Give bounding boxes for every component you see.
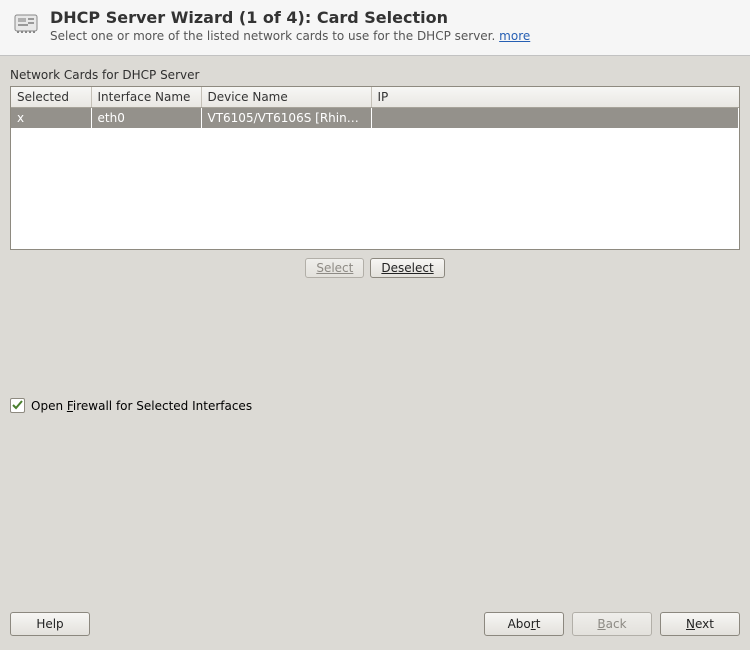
section-label: Network Cards for DHCP Server (10, 68, 740, 82)
cell-selected: x (11, 108, 91, 129)
next-button[interactable]: Next (660, 612, 740, 636)
content-area: Network Cards for DHCP Server Selected I… (0, 56, 750, 602)
cell-device-name: VT6105/VT6106S [Rhine-III] (201, 108, 371, 129)
page-subtitle: Select one or more of the listed network… (50, 29, 530, 43)
deselect-button[interactable]: Deselect (370, 258, 444, 278)
firewall-checkbox-row: Open Firewall for Selected Interfaces (10, 398, 740, 413)
cell-interface-name: eth0 (91, 108, 201, 129)
abort-button[interactable]: Abort (484, 612, 564, 636)
select-buttons: Select Deselect (10, 258, 740, 278)
footer-bar: Help Abort Back Next (0, 602, 750, 650)
help-button[interactable]: Help (10, 612, 90, 636)
col-device-name[interactable]: Device Name (201, 87, 371, 108)
table-row[interactable]: x eth0 VT6105/VT6106S [Rhine-III] (11, 108, 739, 129)
firewall-checkbox[interactable] (10, 398, 25, 413)
cell-ip (371, 108, 739, 129)
network-cards-table[interactable]: Selected Interface Name Device Name IP x… (10, 86, 740, 250)
firewall-checkbox-label[interactable]: Open Firewall for Selected Interfaces (31, 399, 252, 413)
more-link[interactable]: more (499, 29, 530, 43)
col-selected[interactable]: Selected (11, 87, 91, 108)
back-button[interactable]: Back (572, 612, 652, 636)
header: DHCP Server Wizard (1 of 4): Card Select… (0, 0, 750, 56)
col-ip[interactable]: IP (371, 87, 739, 108)
table-header-row: Selected Interface Name Device Name IP (11, 87, 739, 108)
select-button[interactable]: Select (305, 258, 364, 278)
wizard-window: DHCP Server Wizard (1 of 4): Card Select… (0, 0, 750, 650)
page-title: DHCP Server Wizard (1 of 4): Card Select… (50, 8, 530, 27)
network-card-icon (14, 12, 38, 36)
col-interface-name[interactable]: Interface Name (91, 87, 201, 108)
